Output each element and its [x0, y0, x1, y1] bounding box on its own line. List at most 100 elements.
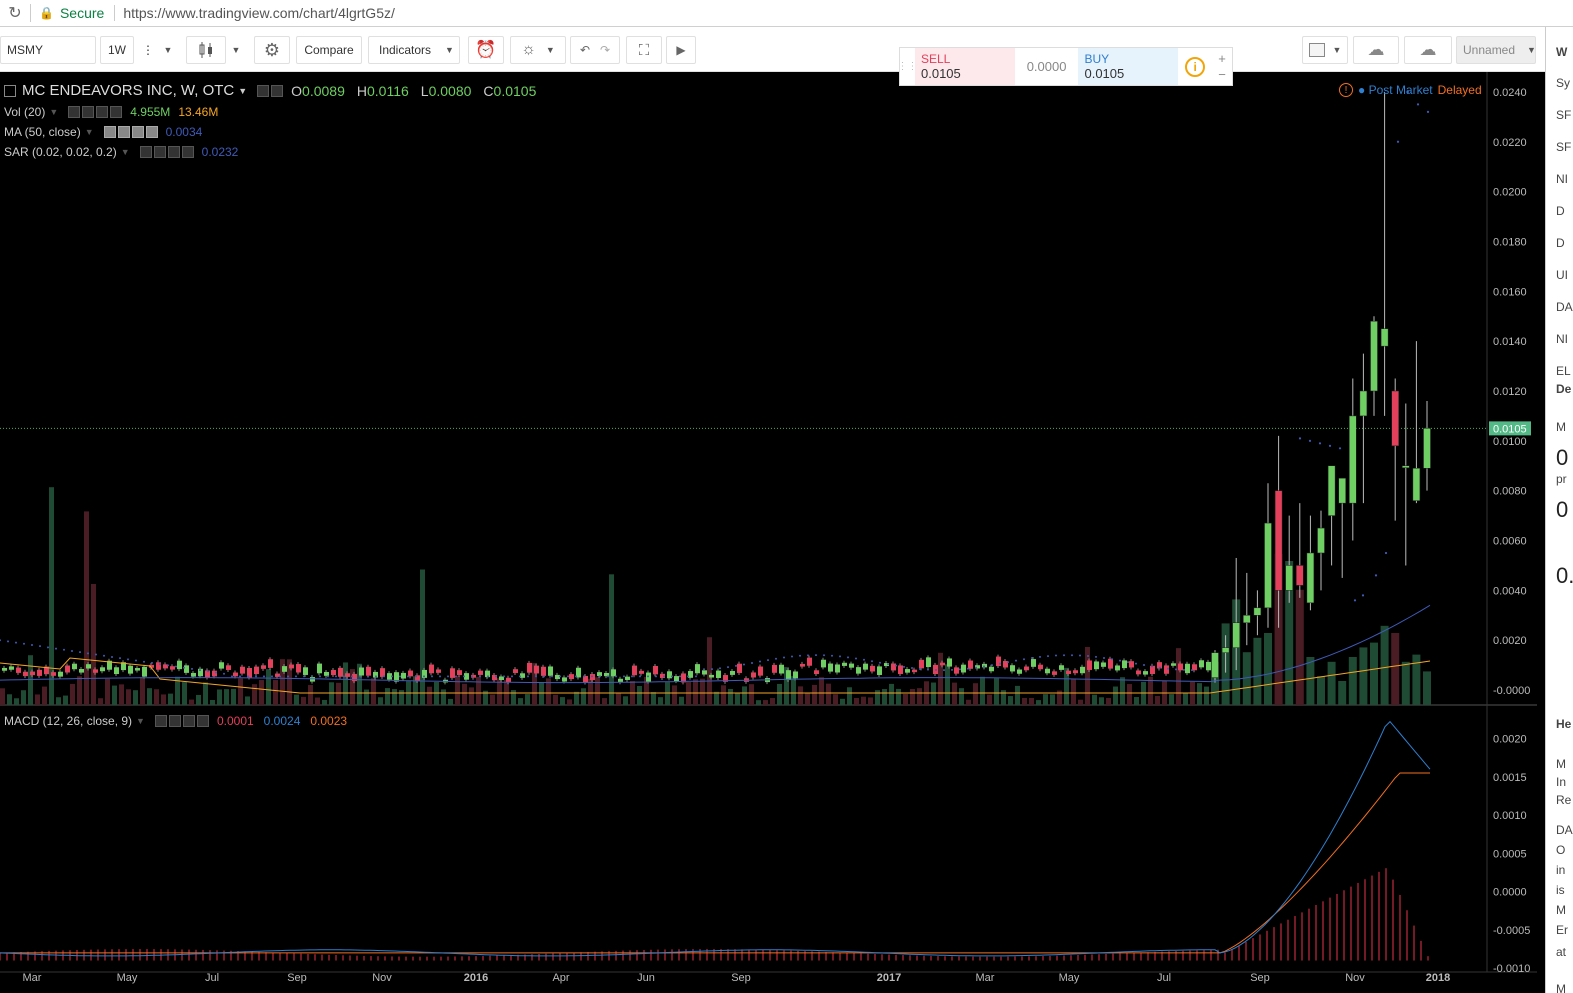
watchlist-item[interactable]: M [1556, 757, 1566, 771]
volume-label[interactable]: Vol (20) [4, 105, 45, 119]
chevron-down-icon[interactable]: ▼ [238, 86, 247, 96]
series-title[interactable]: MC ENDEAVORS INC, W, OTC [22, 82, 234, 99]
sar-dot [615, 675, 617, 678]
legend-buttons[interactable] [103, 126, 158, 138]
price-chart-svg[interactable]: 0.0240 0.0220 0.0200 0.0180 0.0160 0.0140 0.01… [0, 72, 1545, 993]
collapse-icon[interactable] [4, 84, 16, 97]
candle[interactable] [1253, 607, 1262, 616]
more-intervals-icon[interactable]: ⋮ [140, 36, 156, 64]
time-tick-label: Jul [1157, 972, 1171, 984]
chart-canvas[interactable]: 0.0240 0.0220 0.0200 0.0180 0.0160 0.0140 0.01… [0, 72, 1545, 993]
watchlist-item[interactable]: W [1556, 45, 1567, 59]
candle[interactable] [1221, 647, 1230, 653]
candle[interactable] [1306, 552, 1315, 604]
candle[interactable] [1423, 428, 1431, 469]
watchlist-item[interactable]: De [1556, 382, 1571, 396]
info-icon[interactable]: i [1178, 48, 1212, 85]
play-replay-icon[interactable]: ▶ [666, 36, 696, 64]
chevron-down-icon[interactable]: ▼ [160, 36, 176, 64]
fullscreen-icon[interactable]: ⛶ [626, 36, 662, 64]
watchlist-item[interactable]: He [1556, 717, 1571, 731]
watchlist-item[interactable]: UI [1556, 268, 1568, 282]
candle[interactable] [1211, 652, 1219, 678]
market-status[interactable]: ! ● Post Market Delayed [1339, 83, 1482, 97]
candle[interactable] [1359, 390, 1368, 417]
watchlist-item[interactable]: 0 [1556, 445, 1568, 471]
redo-icon[interactable]: ↷ [600, 43, 610, 57]
watchlist-item[interactable]: is [1556, 883, 1565, 897]
watchlist-item[interactable]: M [1556, 420, 1566, 434]
candle[interactable] [1349, 415, 1357, 504]
candle[interactable] [1391, 390, 1399, 447]
indicators-button[interactable]: Indicators ▼ [368, 36, 460, 64]
drag-handle-icon[interactable]: ⋮⋮ [898, 48, 918, 85]
volume-bar [42, 686, 47, 705]
watchlist-item[interactable]: in [1556, 863, 1565, 877]
macd-label[interactable]: MACD (12, 26, close, 9) [4, 714, 132, 728]
ideas-bulb-icon[interactable]: ☼ ▼ [510, 36, 566, 64]
watchlist-item[interactable]: NI [1556, 172, 1568, 186]
undo-icon[interactable]: ↶ [580, 43, 590, 57]
watchlist-item[interactable]: In [1556, 775, 1566, 789]
cloud-upload-icon[interactable]: ☁ [1404, 36, 1452, 64]
candle[interactable] [1327, 465, 1336, 516]
gear-icon[interactable]: ⚙ [254, 36, 290, 64]
candle[interactable] [1264, 522, 1272, 609]
symbol-input[interactable]: MSMY [0, 36, 96, 64]
candle [2, 667, 7, 671]
layout-name-button[interactable]: Unnamed ▼ [1456, 36, 1536, 64]
legend-buttons[interactable] [139, 146, 194, 158]
watchlist-item[interactable]: NI [1556, 332, 1568, 346]
watchlist-item[interactable]: SF [1556, 108, 1571, 122]
candle[interactable] [1402, 465, 1410, 469]
candle[interactable] [1232, 622, 1240, 648]
watchlist-item[interactable]: 0. [1556, 563, 1573, 589]
sell-button[interactable]: SELL 0.0105 [915, 48, 1015, 85]
compare-button[interactable]: Compare [296, 36, 362, 64]
watchlist-item[interactable]: 0 [1556, 497, 1568, 523]
candle[interactable] [1317, 527, 1325, 554]
legend-buttons[interactable] [154, 715, 209, 727]
candle[interactable] [1274, 490, 1283, 591]
interval-button[interactable]: 1W [100, 36, 134, 64]
candle[interactable] [1296, 565, 1304, 586]
watchlist-item[interactable]: EL [1556, 364, 1571, 378]
ma-label[interactable]: MA (50, close) [4, 125, 81, 139]
reload-icon[interactable]: ↻ [0, 3, 30, 23]
candle[interactable] [1412, 467, 1421, 501]
candle[interactable] [1285, 565, 1293, 591]
candle [1164, 665, 1169, 674]
sar-label[interactable]: SAR (0.02, 0.02, 0.2) [4, 145, 117, 159]
watchlist-item[interactable]: at [1556, 945, 1566, 959]
buy-button[interactable]: BUY 0.0105 [1078, 48, 1179, 85]
chevron-down-icon[interactable]: ▼ [228, 36, 244, 64]
watchlist-item[interactable]: Re [1556, 793, 1571, 807]
candle[interactable] [1243, 615, 1251, 624]
watchlist-item[interactable]: SF [1556, 140, 1571, 154]
watchlist-item[interactable]: Er [1556, 923, 1568, 937]
watchlist-item[interactable]: D [1556, 236, 1565, 250]
layout-select[interactable]: ▼ [1302, 36, 1348, 64]
watchlist-item[interactable]: M [1556, 903, 1566, 917]
alert-clock-icon[interactable]: ⏰ [468, 36, 504, 64]
candle[interactable] [1380, 328, 1389, 347]
legend-buttons[interactable] [68, 106, 123, 118]
candle [562, 677, 567, 682]
plus-icon[interactable]: + [1218, 51, 1226, 67]
watchlist-item[interactable]: DA [1556, 823, 1573, 837]
minus-icon[interactable]: − [1218, 67, 1226, 83]
watchlist-item[interactable]: M [1556, 982, 1566, 993]
candles-style-icon[interactable] [186, 36, 226, 64]
sar-dot [1191, 669, 1193, 672]
legend-buttons[interactable] [257, 84, 284, 97]
cloud-download-icon[interactable]: ☁ [1353, 36, 1399, 64]
candle[interactable] [1338, 477, 1346, 504]
watchlist-item[interactable]: O [1556, 843, 1565, 857]
watchlist-item[interactable]: Sy [1556, 76, 1570, 90]
watchlist-item[interactable]: pr [1556, 472, 1567, 486]
symbol-text: MSMY [7, 43, 43, 57]
url-text[interactable]: https://www.tradingview.com/chart/4lgrtG… [123, 5, 395, 21]
watchlist-item[interactable]: DA [1556, 300, 1573, 314]
watchlist-item[interactable]: D [1556, 204, 1565, 218]
candle[interactable] [1370, 320, 1378, 392]
